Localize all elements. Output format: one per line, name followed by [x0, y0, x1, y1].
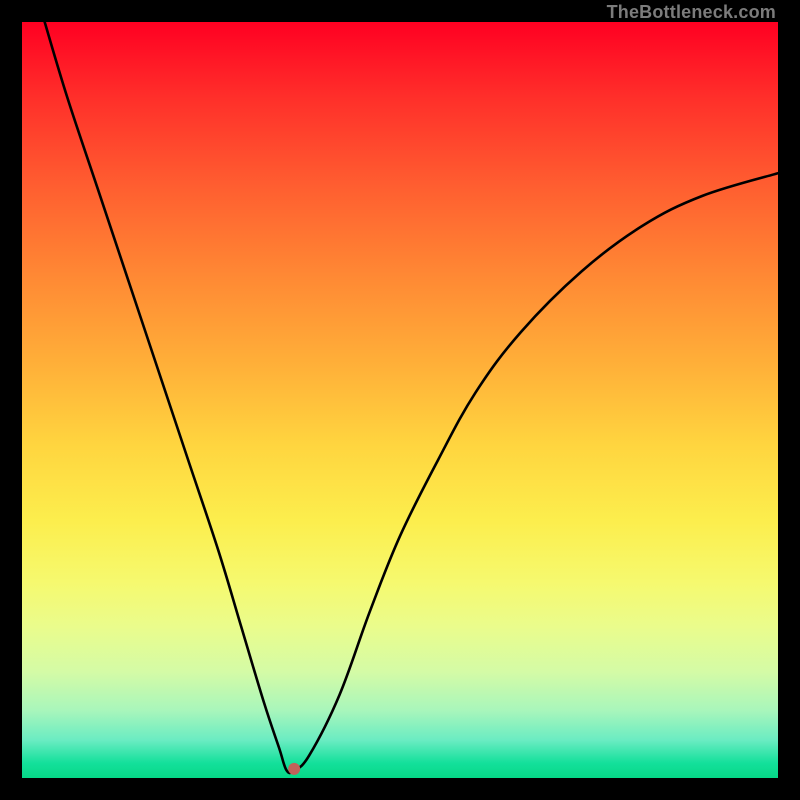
- attribution-label: TheBottleneck.com: [607, 2, 776, 23]
- minimum-marker: [288, 763, 300, 775]
- bottleneck-curve: [45, 22, 778, 773]
- chart-frame: TheBottleneck.com: [0, 0, 800, 800]
- chart-plot: [22, 22, 778, 778]
